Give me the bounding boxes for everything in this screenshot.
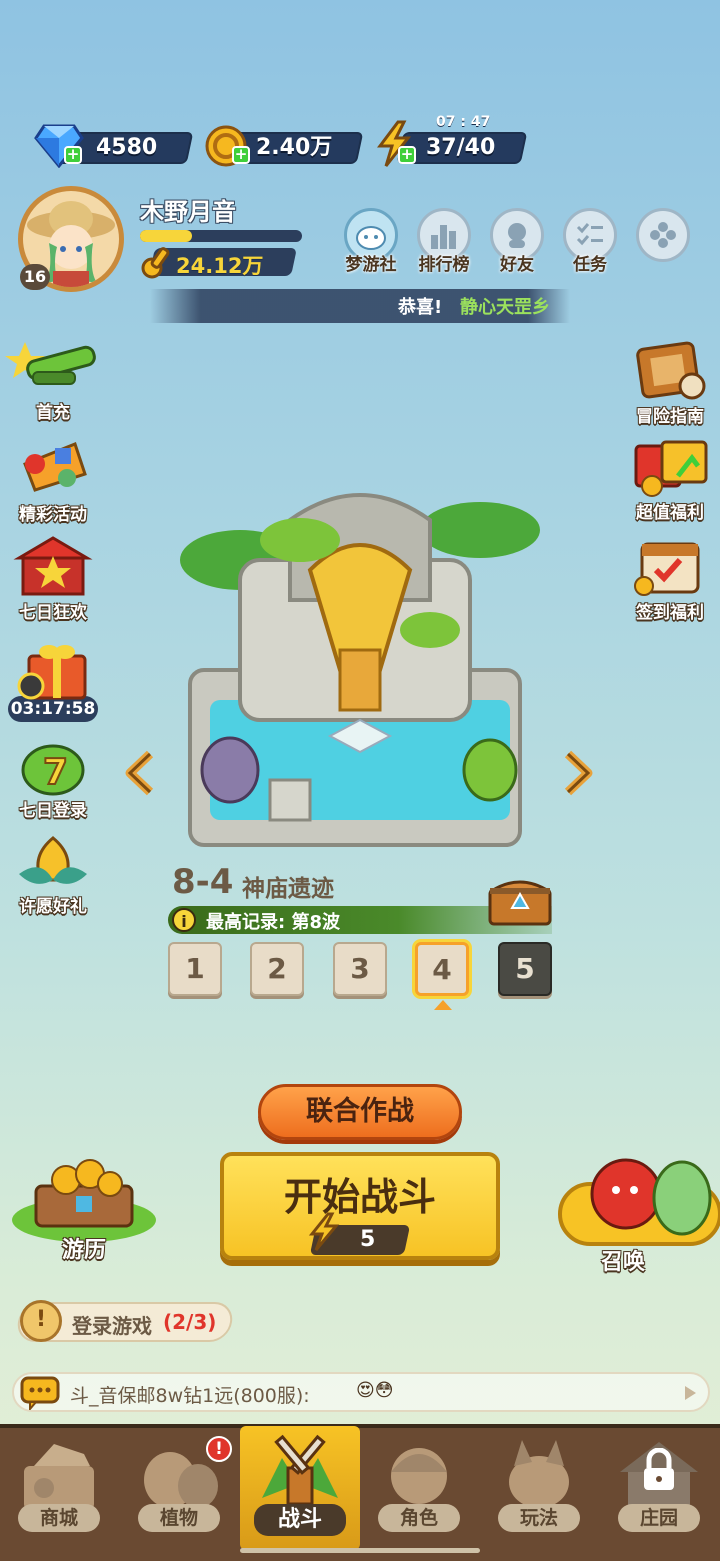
stage-level-1[interactable]: 1 xyxy=(168,942,222,996)
seven-day-login-label: 七日登录 xyxy=(19,801,87,821)
stage-record-text: 最高记录: 第8波 xyxy=(206,912,340,933)
nav-battle-active[interactable]: 战斗 xyxy=(240,1426,360,1550)
checkin-welfare-icon xyxy=(622,536,718,598)
quest-icon: ! xyxy=(20,1300,62,1342)
dream-club-label: 梦游社 xyxy=(345,255,397,275)
travel-button[interactable]: 游历 xyxy=(6,1156,162,1276)
marquee-highlight: 静心天罡乡 xyxy=(460,297,550,318)
gift-icon xyxy=(5,636,101,702)
value-welfare-button[interactable]: 超值福利 xyxy=(622,436,718,523)
gift-countdown: 03:17:58 xyxy=(8,696,98,722)
start-cost-value: 5 xyxy=(360,1227,376,1252)
stage-chest-icon[interactable] xyxy=(486,872,554,930)
first-recharge-icon xyxy=(5,332,101,398)
add-gold-button[interactable]: + xyxy=(232,146,250,164)
nav-plants-label: 植物 xyxy=(138,1504,220,1532)
seven-day-login-icon: 7 xyxy=(5,740,101,796)
nav-gameplay-label: 玩法 xyxy=(498,1504,580,1532)
seven-day-carnival-icon xyxy=(5,532,101,598)
energy-count: 37/40 xyxy=(426,135,496,160)
start-battle-label: 开始战斗 xyxy=(283,1175,436,1219)
dream-club-button[interactable]: 梦游社 xyxy=(339,208,403,275)
checkin-welfare-label: 签到福利 xyxy=(636,603,704,623)
stage-level-2[interactable]: 2 xyxy=(250,942,304,996)
diamond-count: 4580 xyxy=(96,135,158,160)
events-label: 精彩活动 xyxy=(19,505,87,525)
stage-level-4-selected[interactable]: 4 xyxy=(415,942,469,996)
power-value: 24.12万 xyxy=(176,254,264,278)
task-label: 任务 xyxy=(573,255,607,275)
wish-gift-icon xyxy=(5,832,101,892)
seven-day-carnival-button[interactable]: 七日狂欢 xyxy=(5,532,101,623)
gold-count: 2.40万 xyxy=(256,135,333,160)
nav-battle-label: 战斗 xyxy=(254,1504,346,1536)
wish-gift-button[interactable]: 许愿好礼 xyxy=(5,832,101,917)
quest-label: 登录游戏 xyxy=(72,1314,152,1338)
announcement-marquee: 恭喜! 静心天罡乡 xyxy=(150,289,570,323)
nav-character-label: 角色 xyxy=(378,1504,460,1532)
summon-icon xyxy=(556,1140,720,1254)
first-recharge-label: 首充 xyxy=(36,403,70,423)
ranking-button[interactable]: 排行榜 xyxy=(412,208,476,275)
chat-bar[interactable]: 斗_音保邮8w钻1远(800服): 😍😳 xyxy=(12,1372,710,1412)
plants-alert-badge: ! xyxy=(206,1436,232,1462)
summon-button[interactable]: 召唤 xyxy=(556,1140,720,1275)
stage-level-5-locked[interactable]: 5 xyxy=(498,942,552,996)
nav-gameplay[interactable]: 玩法 xyxy=(480,1432,598,1542)
player-level-badge: 16 xyxy=(20,264,50,290)
task-button[interactable]: 任务 xyxy=(558,208,622,275)
stage-artwork[interactable] xyxy=(180,480,540,850)
chat-text: 斗_音保邮8w钻1远(800服): xyxy=(70,1385,310,1407)
nav-shop[interactable]: 商城 xyxy=(0,1432,118,1542)
player-name: 木野月音 xyxy=(140,198,236,226)
seven-day-login-button[interactable]: 7 七日登录 xyxy=(5,740,101,821)
nav-plants[interactable]: ! 植物 xyxy=(120,1432,238,1542)
next-stage-arrow[interactable] xyxy=(560,750,596,800)
add-diamond-button[interactable]: + xyxy=(64,146,82,164)
info-icon: i xyxy=(172,908,196,932)
stage-name: 神庙遗迹 xyxy=(242,876,334,902)
timed-gift-button[interactable]: 03:17:58 xyxy=(5,636,101,722)
chat-expand-icon[interactable] xyxy=(685,1386,696,1400)
chat-bubble-icon xyxy=(20,1376,60,1414)
start-cost-energy-icon xyxy=(308,1212,340,1256)
home-indicator xyxy=(240,1548,480,1553)
marquee-prefix: 恭喜! xyxy=(398,297,443,318)
adventure-guide-icon xyxy=(622,340,718,402)
exp-bar xyxy=(140,230,302,242)
ranking-label: 排行榜 xyxy=(418,255,470,275)
events-button[interactable]: 精彩活动 xyxy=(5,434,101,525)
chat-emoji: 😍😳 xyxy=(356,1380,394,1401)
energy-timer: 07 : 47 xyxy=(436,114,491,130)
more-icon xyxy=(636,208,690,262)
value-welfare-icon xyxy=(622,436,718,498)
adventure-guide-label: 冒险指南 xyxy=(636,407,704,427)
start-battle-button[interactable]: 开始战斗 5 xyxy=(220,1152,500,1260)
lock-icon xyxy=(640,1447,678,1496)
nav-manor-label: 庄园 xyxy=(618,1504,700,1532)
exp-bar-fill xyxy=(140,230,192,242)
nav-shop-label: 商城 xyxy=(18,1504,100,1532)
first-recharge-button[interactable]: 首充 xyxy=(5,332,101,423)
coop-battle-button[interactable]: 联合作战 xyxy=(258,1084,462,1140)
checkin-welfare-button[interactable]: 签到福利 xyxy=(622,536,718,623)
power-icon xyxy=(138,242,178,286)
adventure-guide-button[interactable]: 冒险指南 xyxy=(622,340,718,427)
stage-number: 8-4 xyxy=(172,862,234,902)
quest-progress: (2/3) xyxy=(163,1310,217,1334)
stage-level-3[interactable]: 3 xyxy=(333,942,387,996)
events-icon xyxy=(5,434,101,500)
more-button[interactable] xyxy=(631,208,695,262)
add-energy-button[interactable]: + xyxy=(398,146,416,164)
wish-gift-label: 许愿好礼 xyxy=(19,897,87,917)
nav-character[interactable]: 角色 xyxy=(360,1432,478,1542)
prev-stage-arrow[interactable] xyxy=(122,750,158,800)
svg-text:7: 7 xyxy=(43,752,68,793)
nav-manor[interactable]: 庄园 xyxy=(600,1432,718,1542)
selected-level-pointer xyxy=(434,1000,452,1010)
friends-button[interactable]: 好友 xyxy=(485,208,549,275)
friends-label: 好友 xyxy=(500,255,534,275)
value-welfare-label: 超值福利 xyxy=(636,503,704,523)
seven-day-carnival-label: 七日狂欢 xyxy=(19,603,87,623)
